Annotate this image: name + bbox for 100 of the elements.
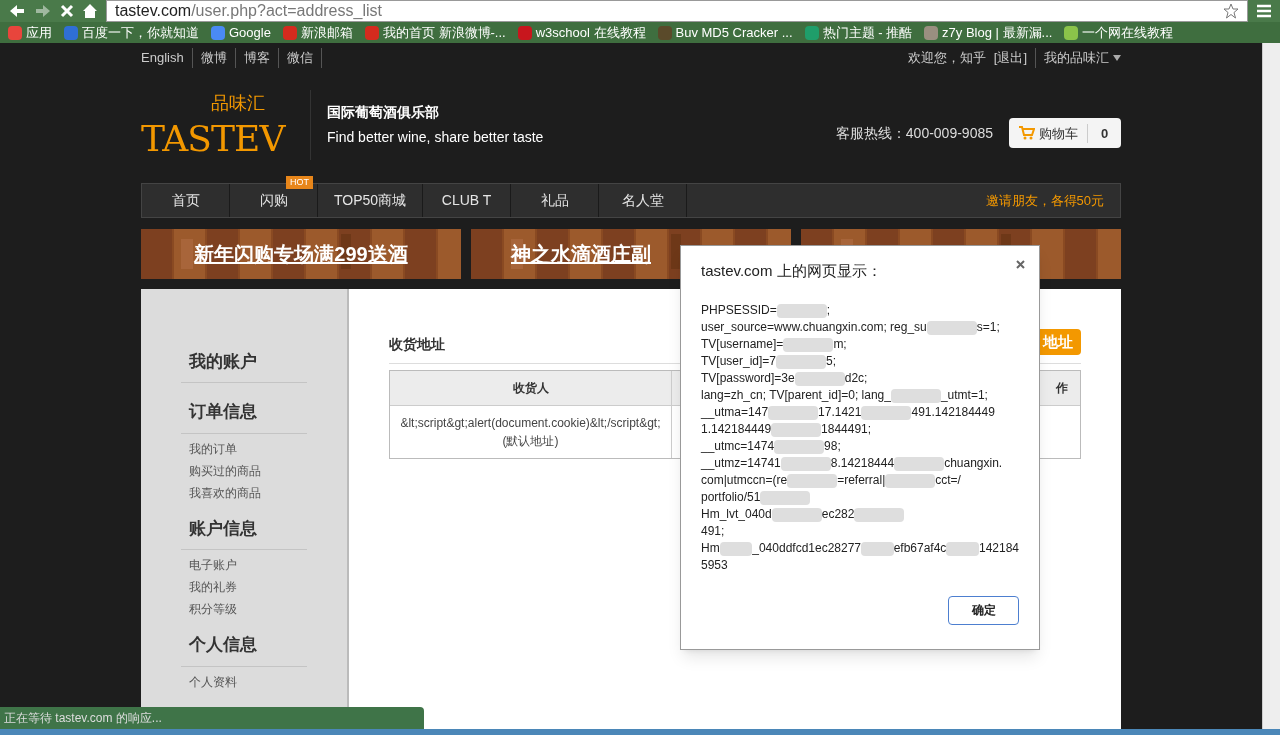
top-link[interactable]: 微博 <box>200 48 236 68</box>
bookmark[interactable]: 我的首页 新浪微博-... <box>364 22 506 43</box>
bookmark[interactable]: 一个网在线教程 <box>1064 22 1174 43</box>
cookie-text: 491; <box>701 523 725 541</box>
sidebar-link[interactable]: 积分等级 <box>181 598 307 621</box>
caret-icon <box>1113 54 1121 61</box>
bookmark[interactable]: 新浪邮箱 <box>282 22 353 43</box>
cookie-text: 1844491; <box>821 421 872 439</box>
menu-icon[interactable] <box>1256 4 1272 19</box>
sidebar-link[interactable]: 我的礼券 <box>181 576 307 599</box>
top-link[interactable]: 微信 <box>286 48 322 68</box>
cookie-text: cct=/ <box>935 472 961 490</box>
bookmark[interactable]: Buv MD5 Cracker ... <box>657 22 793 43</box>
sidebar-link[interactable]: 电子账户 <box>181 554 307 577</box>
sidebar-link[interactable]: 购买过的商品 <box>181 459 307 482</box>
sidebar-link[interactable]: 我喜欢的商品 <box>181 481 307 504</box>
address-bar[interactable]: tastev.com/user.php?act=address_list <box>106 0 1248 23</box>
cookie-text: 5; <box>826 353 837 371</box>
redaction-blur <box>776 303 827 318</box>
bookmark[interactable]: 应用 <box>8 22 52 43</box>
redaction-blur <box>760 490 811 505</box>
logout-link[interactable]: [退出] <box>993 48 1036 68</box>
redaction-blur <box>861 541 894 556</box>
redaction-blur <box>719 541 753 556</box>
redaction-blur <box>861 405 912 420</box>
banner-link[interactable]: 神之水滴酒庄副 <box>511 238 651 269</box>
bookmark[interactable]: Google <box>211 22 271 43</box>
back-icon[interactable] <box>8 3 26 20</box>
cookie-text: 1.142184449 <box>701 421 772 439</box>
cookie-text: TV[user_id]=7 <box>701 353 777 371</box>
bookmark[interactable]: w3school 在线教程 <box>517 22 646 43</box>
top-link[interactable]: English <box>141 48 193 68</box>
close-icon[interactable] <box>1016 259 1025 269</box>
cookie-text: 142184 <box>978 540 1019 558</box>
nav-link[interactable]: TOP50商城 <box>318 183 423 217</box>
cookie-text: TV[username]= <box>701 336 784 354</box>
nav-link[interactable]: 首页 <box>142 183 229 217</box>
status-bubble: 正在等待 tastev.com 的响应... <box>0 706 424 729</box>
redaction-blur <box>854 507 905 522</box>
home-icon[interactable] <box>82 3 98 20</box>
nav-link[interactable]: 名人堂 <box>599 183 687 217</box>
cookie-text: portfolio/51 <box>701 489 761 507</box>
cookie-text: _utmt=1; <box>940 387 988 405</box>
section-title: 订单信息 <box>181 399 307 434</box>
redaction-blur <box>776 354 827 369</box>
star-icon[interactable] <box>1223 3 1239 20</box>
account-menu[interactable]: 我的品味汇 <box>1044 48 1121 68</box>
cookie-text: __utmc=1474 <box>701 438 775 456</box>
section-heading: 收货地址 <box>389 334 445 354</box>
bookmark[interactable]: 热门主题 - 推酷 <box>804 22 913 43</box>
slogan: Find better wine, share better taste <box>327 128 544 148</box>
redaction-blur <box>774 439 825 454</box>
bookmark[interactable]: 百度一下，你就知道 <box>64 22 199 43</box>
column-header: 收货人 <box>390 370 672 405</box>
cookie-text: com|utmccn=(re <box>701 472 788 490</box>
sidebar-link[interactable]: 我的订单 <box>181 437 307 460</box>
table-cell: &lt;script&gt;alert(document.cookie)&lt;/script&gt; (默认地址) <box>390 405 672 458</box>
redaction-blur <box>787 473 838 488</box>
nav-link[interactable]: CLUB T <box>423 183 511 217</box>
dialog-title: tastev.com 上的网页显示： <box>701 260 882 281</box>
cart-icon <box>1018 126 1035 141</box>
redaction-blur <box>768 405 819 420</box>
club-title: 国际葡萄酒俱乐部 <box>327 103 440 123</box>
bookmark[interactable]: z7y Blog | 最新漏... <box>924 22 1053 43</box>
redaction-blur <box>783 337 834 352</box>
nav-link[interactable]: 礼品 <box>511 183 599 217</box>
redaction-blur <box>780 456 831 471</box>
cookie-text: 17.1421 <box>818 404 862 422</box>
cookie-text: _040ddfcd1ec28277 <box>752 540 862 558</box>
top-link[interactable]: 博客 <box>243 48 279 68</box>
sidebar-link[interactable]: 个人资料 <box>181 670 307 693</box>
section-title: 账户信息 <box>181 515 307 551</box>
hot-badge: HOT <box>286 175 313 189</box>
scrollbar[interactable] <box>1262 42 1280 729</box>
cookie-text: user_source=www.chuangxin.com; reg_su <box>701 319 927 337</box>
ok-button[interactable]: 确定 <box>948 595 1019 625</box>
redaction-blur <box>771 507 822 522</box>
cookie-text: Hm_lvt_040d <box>701 506 772 524</box>
redaction-blur <box>926 320 977 335</box>
cookie-text: d2c; <box>844 370 868 388</box>
welcome-text: 欢迎您，知乎 <box>907 49 986 68</box>
cookie-text: Hm <box>701 540 720 558</box>
cookie-text: 491.142184449 <box>911 404 995 422</box>
banner-link[interactable]: 新年闪购专场满299送酒 <box>194 238 408 269</box>
section-title: 我的账户 <box>181 348 307 384</box>
redaction-blur <box>771 422 822 437</box>
column-header: 作 <box>1055 379 1069 397</box>
section-title: 个人信息 <box>181 632 307 667</box>
invite-link[interactable]: 邀请朋友，各得50元 <box>985 190 1120 211</box>
logo: 品味汇 TASTEV <box>141 90 311 161</box>
cookie-text: 5953 <box>701 557 728 575</box>
cart-button[interactable]: 购物车 0 <box>1009 118 1121 149</box>
cookie-text: ; <box>826 302 831 320</box>
redaction-blur <box>894 456 945 471</box>
cookie-text: TV[password]=3e <box>701 370 795 388</box>
cookie-text: 98; <box>824 438 841 456</box>
cookie-text: =referral| <box>837 472 886 490</box>
cookie-text: chuangxin. <box>944 455 1003 473</box>
cookie-text: 8.14218444 <box>830 455 895 473</box>
cookie-text: m; <box>833 336 847 354</box>
